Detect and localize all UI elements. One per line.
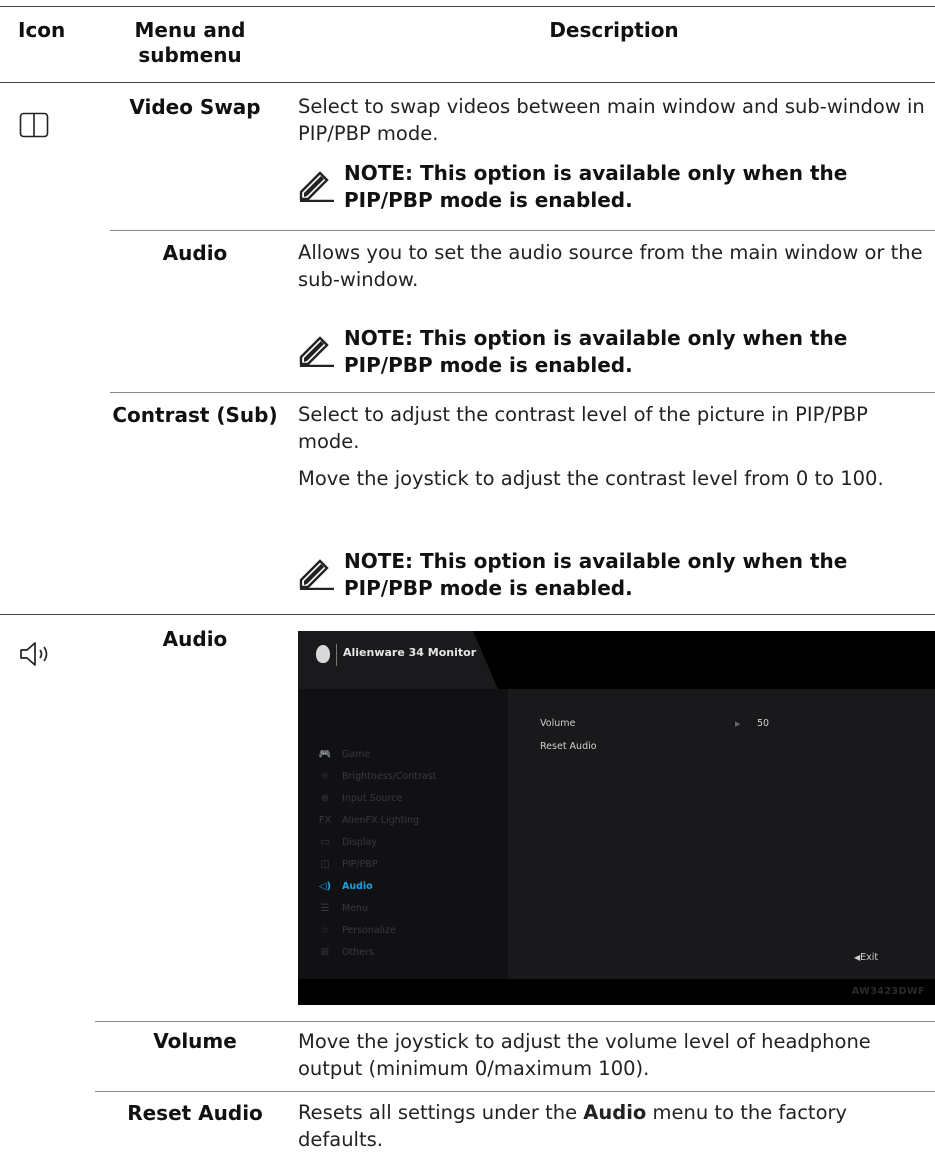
desc-contrast-sub-range: Move the joystick to adjust the contrast… (298, 467, 884, 490)
note-text: NOTE: This option is available only when… (344, 549, 848, 600)
osd-exit[interactable]: ◀Exit (854, 952, 878, 963)
note-text: NOTE: This option is available only when… (344, 326, 848, 377)
note-text: NOTE: This option is available only when… (344, 161, 848, 212)
osd-volume-value: 50 (757, 718, 770, 729)
osd-menu-menu[interactable]: ☰ Menu (318, 902, 369, 916)
osd-menu-brightness[interactable]: ☼ Brightness/Contrast (318, 770, 437, 784)
note-pencil-icon (299, 336, 334, 367)
speaker-icon: ◁) (318, 881, 332, 892)
desc-video-swap: Select to swap videos between main windo… (298, 95, 925, 145)
osd-sidebar: 🎮 Game ☼ Brightness/Contrast ⊕ Input Source… (298, 689, 508, 979)
menu-contrast-sub: Contrast (Sub) (112, 403, 278, 427)
menu-volume: Volume (153, 1029, 237, 1053)
osd-divider (336, 644, 337, 666)
gamepad-icon: 🎮 (318, 749, 332, 760)
menu-audio: Audio (162, 627, 228, 651)
alienware-logo-icon (316, 645, 330, 663)
desc-reset-audio: Resets all settings under the Audio menu… (298, 1101, 848, 1151)
header-bottom-rule (0, 82, 935, 83)
star-icon: ☆ (320, 925, 330, 936)
osd-menu-display[interactable]: ▭ Display (318, 836, 377, 850)
osd-menu-pip[interactable]: ◫ PIP/PBP (318, 858, 377, 872)
header-icon: Icon (18, 18, 66, 42)
desc-contrast-sub: Select to adjust the contrast level of t… (298, 403, 868, 453)
header-description: Description (549, 18, 679, 42)
osd-menu-alienfx[interactable]: FX AlienFX Lighting (318, 814, 419, 828)
menu-icon: ☰ (320, 903, 330, 914)
row-rule (95, 1021, 935, 1022)
osd-menu-input[interactable]: ⊕ Input Source (318, 792, 402, 806)
note-pencil-icon (299, 171, 334, 202)
osd-screenshot: Alienware 34 Monitor 🎮 Game ☼ Brightness/C… (298, 631, 935, 1005)
osd-volume-label[interactable]: Volume (540, 718, 575, 729)
speaker-icon (20, 642, 48, 666)
osd-model-name: AW3423DWF (851, 986, 925, 997)
osd-reset-audio[interactable]: Reset Audio (540, 741, 597, 752)
osd-menu-game[interactable]: 🎮 Game (318, 748, 371, 762)
desc-audio-source: Allows you to set the audio source from … (298, 241, 923, 291)
osd-title: Alienware 34 Monitor (343, 646, 477, 659)
note-video-swap: NOTE: This option is available only when… (298, 160, 930, 214)
row-rule (110, 392, 935, 393)
note-contrast-sub: NOTE: This option is available only when… (298, 548, 930, 602)
brightness-icon: ☼ (320, 771, 330, 782)
osd-menu-audio[interactable]: ◁) Audio (318, 880, 373, 894)
input-icon: ⊕ (320, 793, 330, 804)
osd-menu-personalize[interactable]: ☆ Personalize (318, 924, 396, 938)
osd-bottom-bar: AW3423DWF (298, 979, 935, 1005)
pip-icon: ◫ (320, 859, 330, 870)
others-icon: ⊞ (320, 947, 330, 958)
desc-volume: Move the joystick to adjust the volume l… (298, 1030, 871, 1080)
section-rule (0, 614, 935, 615)
menu-video-swap: Video Swap (129, 95, 261, 119)
table-top-rule (0, 6, 935, 7)
row-rule (95, 1091, 935, 1092)
osd-content-panel: Volume ▶ 50 Reset Audio ◀Exit (508, 689, 935, 979)
fx-icon: FX (318, 815, 332, 826)
menu-reset-audio: Reset Audio (127, 1101, 263, 1125)
display-icon: ▭ (320, 837, 330, 848)
note-pencil-icon (299, 559, 334, 590)
row-rule (110, 230, 935, 231)
play-arrow-icon: ▶ (735, 720, 741, 728)
header-menu: Menu and submenu (134, 18, 246, 67)
pip-window-icon (19, 112, 49, 138)
note-audio-source: NOTE: This option is available only when… (298, 325, 930, 379)
osd-menu-others[interactable]: ⊞ Others (318, 946, 374, 960)
menu-audio-source: Audio (162, 241, 228, 265)
